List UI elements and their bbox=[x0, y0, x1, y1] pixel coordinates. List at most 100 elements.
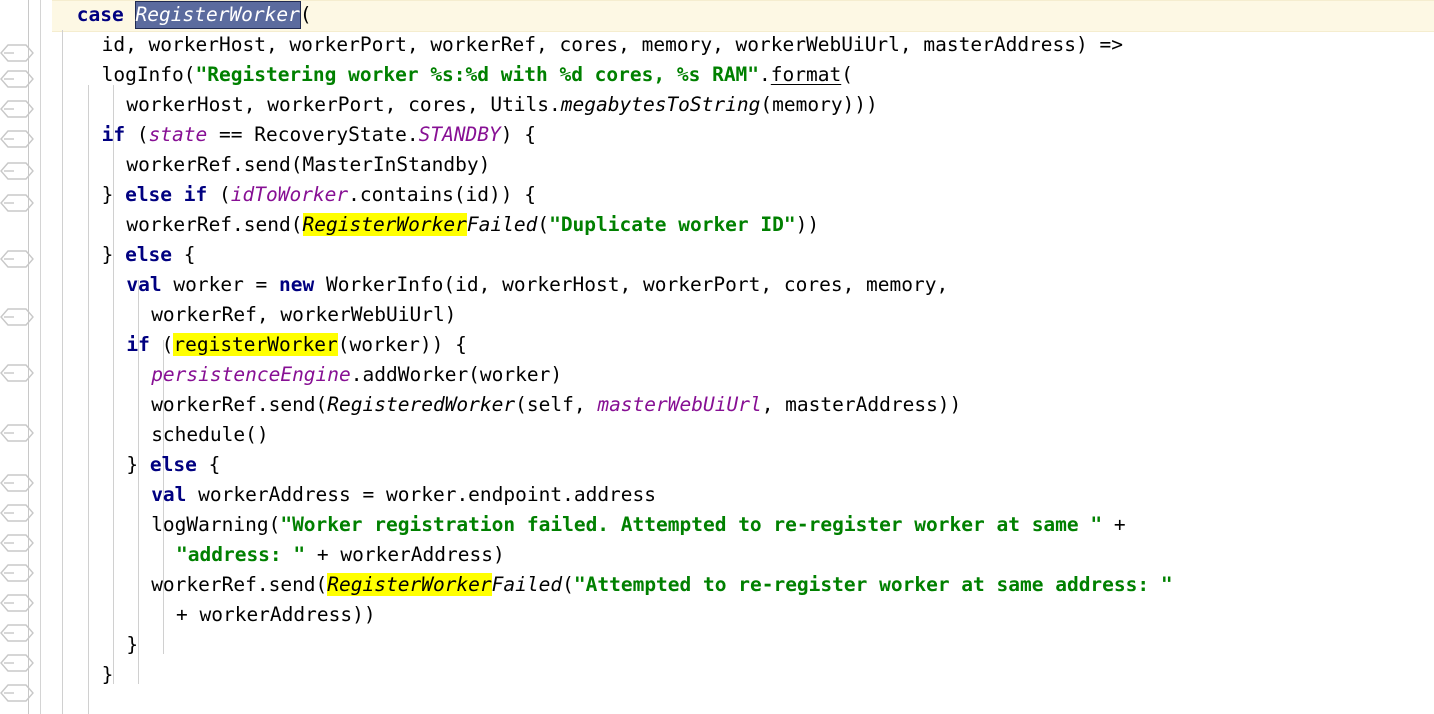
code-line[interactable]: logInfo("Registering worker %s:%d with %… bbox=[102, 60, 853, 90]
code-token: "address: " bbox=[176, 543, 306, 566]
fold-marker-icon[interactable] bbox=[0, 590, 34, 616]
code-token: workerRef.send(MasterInStandby) bbox=[126, 153, 491, 176]
code-line[interactable]: workerRef.send(RegisterWorkerFailed("Att… bbox=[151, 570, 1173, 600]
code-token: { bbox=[196, 453, 221, 476]
code-token: } bbox=[101, 243, 126, 266]
code-line[interactable]: val worker = new WorkerInfo(id, workerHo… bbox=[126, 270, 948, 300]
code-token: workerRef.send( bbox=[151, 393, 328, 416]
code-token: registerWorker bbox=[173, 333, 338, 356]
fold-marker-icon[interactable] bbox=[0, 620, 34, 646]
code-token: val bbox=[151, 483, 187, 506]
gutter-divider bbox=[40, 0, 41, 714]
code-token: . bbox=[759, 63, 771, 86]
code-token: workerAddress = worker.endpoint.address bbox=[186, 483, 657, 506]
code-token: workerRef.send( bbox=[126, 213, 303, 236]
code-token: ( bbox=[537, 213, 550, 236]
code-line[interactable]: "address: " + workerAddress) bbox=[176, 540, 505, 570]
fold-marker-icon[interactable] bbox=[0, 680, 34, 706]
code-token: ) { bbox=[500, 123, 537, 146]
fold-marker-icon[interactable] bbox=[0, 304, 34, 330]
code-token: Failed bbox=[466, 213, 538, 236]
fold-marker-icon[interactable] bbox=[0, 158, 34, 184]
code-token: else bbox=[125, 243, 173, 266]
code-token: schedule() bbox=[151, 423, 269, 446]
code-line[interactable]: workerRef, workerWebUiUrl) bbox=[151, 300, 456, 330]
code-token: Failed bbox=[491, 573, 563, 596]
code-token: == RecoveryState. bbox=[207, 123, 419, 146]
code-token: + workerAddress) bbox=[305, 543, 505, 566]
code-token: (memory))) bbox=[760, 93, 878, 116]
code-line[interactable]: workerRef.send(MasterInStandby) bbox=[126, 150, 490, 180]
code-token: worker = bbox=[161, 273, 280, 296]
fold-marker-icon[interactable] bbox=[0, 650, 34, 676]
code-token: val bbox=[126, 273, 162, 296]
code-line[interactable]: logWarning("Worker registration failed. … bbox=[151, 510, 1125, 540]
code-line[interactable]: if (registerWorker(worker)) { bbox=[126, 330, 467, 360]
code-token: ( bbox=[299, 3, 312, 26]
code-token: logWarning( bbox=[151, 513, 281, 536]
code-token: "Duplicate worker ID" bbox=[549, 213, 796, 236]
code-token: workerRef.send( bbox=[151, 573, 328, 596]
fold-marker-icon[interactable] bbox=[0, 126, 34, 152]
fold-marker-icon[interactable] bbox=[0, 420, 34, 446]
code-line[interactable]: workerRef.send(RegisteredWorker(self, ma… bbox=[151, 390, 961, 420]
code-token: "Registering worker %s:%d with %d cores,… bbox=[195, 63, 760, 86]
code-line[interactable]: + workerAddress)) bbox=[176, 600, 376, 630]
code-token: RegisterWorker bbox=[327, 573, 492, 596]
code-line[interactable]: schedule() bbox=[151, 420, 268, 450]
code-line[interactable]: } else { bbox=[102, 240, 196, 270]
code-line[interactable]: persistenceEngine.addWorker(worker) bbox=[151, 360, 562, 390]
code-line[interactable]: workerHost, workerPort, cores, Utils.meg… bbox=[126, 90, 877, 120]
code-token: workerRef, workerWebUiUrl) bbox=[151, 303, 457, 326]
fold-marker-icon[interactable] bbox=[0, 66, 34, 92]
code-surface[interactable]: case RegisterWorker( id, workerHost, work… bbox=[52, 0, 1434, 714]
code-token: ( bbox=[207, 183, 231, 206]
code-token: RegisterWorker bbox=[302, 213, 467, 236]
code-token: (worker)) { bbox=[337, 333, 467, 356]
fold-marker-icon[interactable] bbox=[0, 470, 34, 496]
fold-marker-icon[interactable] bbox=[0, 500, 34, 526]
code-line[interactable]: } else { bbox=[126, 450, 220, 480]
fold-marker-icon[interactable] bbox=[0, 360, 34, 386]
code-line[interactable]: } bbox=[102, 660, 114, 690]
code-token: workerHost, workerPort, cores, Utils. bbox=[126, 93, 561, 116]
code-line[interactable]: if (state == RecoveryState.STANDBY) { bbox=[102, 120, 536, 150]
code-token: } bbox=[126, 453, 150, 476]
code-line[interactable]: } bbox=[126, 630, 138, 660]
code-token: , masterAddress)) bbox=[761, 393, 962, 416]
fold-marker-icon[interactable] bbox=[0, 96, 34, 122]
code-line[interactable]: id, workerHost, workerPort, workerRef, c… bbox=[102, 30, 1123, 60]
code-token: } bbox=[101, 183, 126, 206]
fold-marker-icon[interactable] bbox=[0, 190, 34, 216]
code-line[interactable]: } else if (idToWorker.contains(id)) { bbox=[102, 180, 536, 210]
code-text-area[interactable]: case RegisterWorker( id, workerHost, work… bbox=[52, 0, 1434, 714]
fold-marker-icon[interactable] bbox=[0, 530, 34, 556]
code-token: ( bbox=[149, 333, 174, 356]
fold-marker-icon[interactable] bbox=[0, 246, 34, 272]
code-token: "Worker registration failed. Attempted t… bbox=[280, 513, 1103, 536]
code-line[interactable]: workerRef.send(RegisterWorkerFailed("Dup… bbox=[126, 210, 819, 240]
code-token: if bbox=[126, 333, 150, 356]
code-token: masterWebUiUrl bbox=[597, 393, 762, 416]
code-token: else bbox=[149, 453, 197, 476]
code-token: RegisteredWorker bbox=[327, 393, 516, 416]
code-folding-gutter[interactable] bbox=[0, 0, 40, 714]
code-token: STANDBY bbox=[418, 123, 501, 146]
code-token: ( bbox=[125, 123, 149, 146]
code-token: "Attempted to re-register worker at same… bbox=[573, 573, 1173, 596]
code-token: else if bbox=[125, 183, 208, 206]
fold-marker-icon[interactable] bbox=[0, 560, 34, 586]
code-token: megabytesToString bbox=[560, 93, 761, 116]
code-token: persistenceEngine bbox=[151, 363, 351, 386]
code-token: .addWorker(worker) bbox=[350, 363, 563, 386]
code-line[interactable]: val workerAddress = worker.endpoint.addr… bbox=[151, 480, 656, 510]
code-token: (self, bbox=[515, 393, 598, 416]
code-token: + bbox=[1102, 513, 1126, 536]
code-token: .contains(id)) { bbox=[348, 183, 536, 206]
code-token: id, workerHost, workerPort, workerRef, c… bbox=[101, 33, 1123, 56]
code-editor[interactable]: case RegisterWorker( id, workerHost, work… bbox=[0, 0, 1434, 714]
fold-marker-icon[interactable] bbox=[0, 40, 34, 66]
code-token: idToWorker bbox=[230, 183, 349, 206]
code-line[interactable]: case RegisterWorker( bbox=[77, 0, 312, 30]
